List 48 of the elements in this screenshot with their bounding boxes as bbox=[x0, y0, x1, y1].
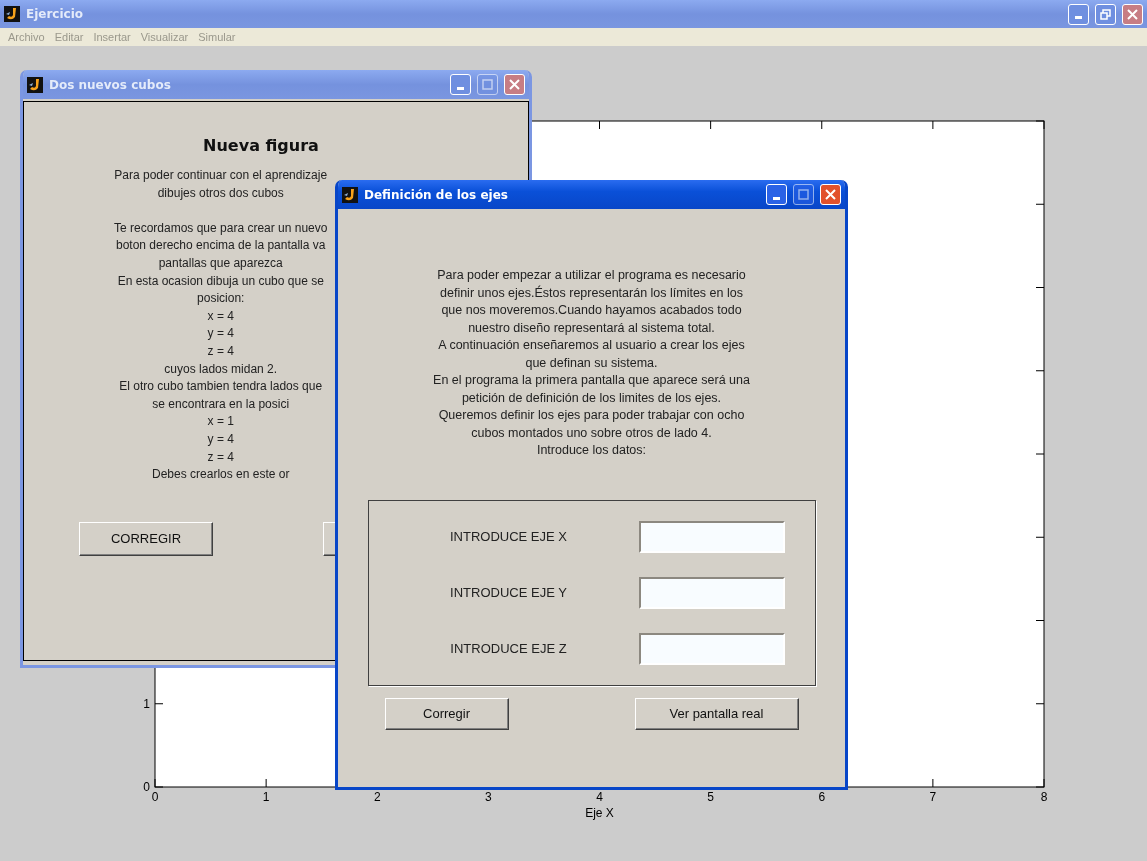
input-field[interactable] bbox=[638, 520, 785, 553]
app-icon bbox=[342, 186, 358, 203]
input-field[interactable] bbox=[638, 576, 785, 609]
tick-label: 3 bbox=[485, 790, 492, 804]
heading: Nueva figura bbox=[203, 136, 320, 155]
tick-label: 1 bbox=[143, 696, 150, 711]
tick-label: 7 bbox=[929, 790, 937, 804]
close-button[interactable] bbox=[504, 74, 525, 95]
minimize-button[interactable] bbox=[1068, 3, 1089, 25]
close-icon bbox=[1127, 8, 1138, 20]
window-title: Ejercicio bbox=[26, 7, 85, 21]
window-title: Definición de los ejes bbox=[364, 187, 509, 202]
maximize-button[interactable] bbox=[477, 74, 498, 95]
field-label: INTRODUCE EJE Y bbox=[449, 585, 568, 600]
correct-button[interactable]: Corregir bbox=[384, 697, 509, 730]
correct-button[interactable]: CORREGIR bbox=[79, 521, 213, 556]
instructions-text: Para poder empezar a utilizar el programa es necesario definir unos ejes.Éstos representarán los límites en los que nos moveremos.Cuando hayamos acabados todo nuestro diseño representará al sistema total. A continuación enseñaremos al usuario a crear los ejes que definan su sistema. En el programa la primera pantalla que aparece será una petición de definición de los limites de los ejes. Queremos definir los ejes para poder trabajar con ocho cubos montados uno sobre otros de lado 4. Introduce los datos: bbox=[433, 267, 750, 459]
close-icon bbox=[825, 189, 836, 200]
input-field[interactable] bbox=[638, 632, 785, 665]
close-button[interactable] bbox=[820, 184, 841, 205]
minimize-icon bbox=[457, 86, 464, 90]
minimize-button[interactable] bbox=[766, 184, 787, 205]
close-icon bbox=[509, 79, 520, 90]
axis-label: Eje X bbox=[585, 806, 614, 820]
tick-label: 0 bbox=[151, 790, 159, 804]
window-title: Dos nuevos cubos bbox=[49, 77, 172, 92]
instructions-text: Para poder continuar con el aprendizaje dibujes otros dos cubos Te recordamos que para crear un nuevo boton derecho encima de la pantalla va pantallas que aparezca En esta ocasion dibuja un cubo que se posicion: x = 4 y = 4 z = 4 cuyos lados midan 2. El otro cubo tambien tendra lados que se encontrara en la posici x = 1 y = 4 z = 4 Debes crearlos en este or bbox=[114, 167, 328, 484]
field-label: INTRODUCE EJE X bbox=[449, 529, 568, 544]
minimize-icon bbox=[1075, 16, 1082, 19]
app-icon bbox=[4, 6, 20, 22]
view-button[interactable]: Ver pantalla real bbox=[634, 697, 799, 730]
restore-button[interactable] bbox=[1095, 3, 1116, 25]
app-icon bbox=[27, 76, 43, 93]
tick-label: 5 bbox=[707, 790, 714, 804]
tick-label: 6 bbox=[818, 790, 826, 804]
maximize-icon bbox=[482, 79, 493, 90]
tick-label: 1 bbox=[262, 790, 270, 804]
close-button[interactable] bbox=[1122, 3, 1143, 25]
tick-label: 0 bbox=[143, 780, 150, 794]
tick-label: 2 bbox=[373, 790, 381, 804]
minimize-icon bbox=[773, 196, 780, 200]
maximize-button[interactable] bbox=[793, 184, 814, 205]
field-label: INTRODUCE EJE Z bbox=[449, 641, 568, 656]
minimize-button[interactable] bbox=[450, 74, 471, 95]
restore-icon bbox=[1100, 8, 1111, 20]
tick-label: 8 bbox=[1040, 790, 1048, 804]
maximize-icon bbox=[798, 189, 809, 200]
tick-label: 4 bbox=[596, 790, 603, 804]
